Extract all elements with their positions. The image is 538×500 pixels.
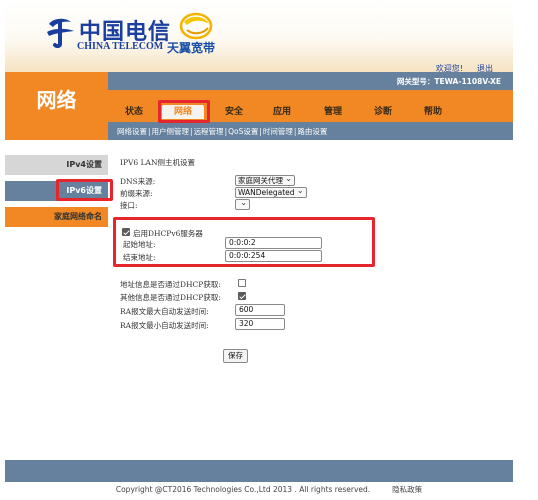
interface-select[interactable] — [235, 198, 250, 210]
header: 中国电信 CHINA TELECOM 天翼宽带 欢迎您! 退出 — [5, 0, 513, 73]
tab-management[interactable]: 管理 — [315, 105, 351, 119]
copyright-text: Copyright @CT2016 Technologies Co.,Ltd 2… — [115, 485, 371, 494]
start-address-label: 起始地址: — [123, 240, 156, 249]
sub-nav: 网络设置|用户侧管理|远程管理|QoS设置|时间管理|路由设置 — [108, 122, 513, 140]
ipv6-highlight — [56, 179, 113, 201]
dhcpv6-enable-label: 启用DHCPv6服务器 — [133, 229, 203, 238]
ra-min-label: RA报文最小自动发送时间: — [120, 321, 209, 330]
brand-en-text: CHINA TELECOM — [77, 41, 164, 52]
gateway-model: 网关型号：TEWA-1108V-XE — [396, 77, 501, 86]
network-tab-highlight — [158, 100, 210, 123]
tab-status[interactable]: 状态 — [116, 105, 152, 119]
end-address-input[interactable]: 0:0:0:254 — [225, 250, 322, 262]
ra-min-input[interactable]: 320 — [235, 318, 285, 330]
main-content: IPV6 LAN侧主机设置 DNS来源: 家庭网关代理 前缀来源: WANDel… — [108, 140, 513, 480]
tianyi-broadband-logo: 天翼宽带 — [167, 12, 227, 56]
china-telecom-logo: 中国电信 CHINA TELECOM — [43, 14, 170, 54]
sub-brand-text: 天翼宽带 — [167, 41, 216, 55]
prefix-source-select[interactable]: WANDelegated — [235, 186, 307, 198]
interface-label: 接口: — [120, 201, 138, 210]
tab-application[interactable]: 应用 — [264, 105, 300, 119]
other-dhcp-checkbox[interactable] — [238, 292, 246, 300]
prefix-source-label: 前缀来源: — [120, 189, 153, 198]
dhcpv6-highlight-box: 启用DHCPv6服务器 起始地址: 0:0:0:2 结束地址: 0:0:0:25… — [113, 217, 375, 267]
privacy-link[interactable]: 隐私政策 — [392, 485, 422, 494]
sidebar-item-home-network-naming[interactable]: 家庭网络命名 — [5, 207, 108, 227]
page-title: IPV6 LAN侧主机设置 — [120, 158, 196, 167]
addr-dhcp-checkbox[interactable] — [238, 279, 246, 287]
china-telecom-mark-icon — [47, 18, 74, 48]
dns-source-label: DNS来源: — [120, 177, 156, 186]
section-title: 网络 — [36, 88, 77, 112]
tab-security[interactable]: 安全 — [216, 105, 252, 119]
tianyi-mark-icon — [179, 12, 213, 40]
sidebar-item-ipv4[interactable]: IPv4设置 — [5, 155, 108, 175]
ra-max-label: RA报文最大自动发送时间: — [120, 307, 209, 316]
subnav-qos-settings[interactable]: QoS设置 — [228, 127, 258, 136]
dns-source-select[interactable]: 家庭网关代理 — [235, 174, 295, 186]
save-button[interactable]: 保存 — [223, 349, 248, 363]
subnav-user-side-management[interactable]: 用户侧管理 — [152, 127, 190, 136]
footer: Copyright @CT2016 Technologies Co.,Ltd 2… — [0, 484, 538, 500]
ra-max-input[interactable]: 600 — [235, 304, 285, 316]
addr-dhcp-label: 地址信息是否通过DHCP获取: — [120, 280, 221, 289]
other-dhcp-label: 其他信息是否通过DHCP获取: — [120, 293, 221, 302]
router-admin-page: 中国电信 CHINA TELECOM 天翼宽带 欢迎您! 退出 网络 网关型号：T… — [0, 0, 538, 500]
dhcpv6-enable-checkbox[interactable] — [122, 228, 130, 236]
tab-help[interactable]: 帮助 — [415, 105, 451, 119]
subnav-remote-management[interactable]: 远程管理 — [194, 127, 224, 136]
end-address-label: 结束地址: — [123, 253, 156, 262]
start-address-input[interactable]: 0:0:0:2 — [225, 237, 322, 249]
subnav-route-settings[interactable]: 路由设置 — [297, 127, 327, 136]
tab-diagnostics[interactable]: 诊断 — [365, 105, 401, 119]
model-bar: 网关型号：TEWA-1108V-XE — [108, 72, 513, 90]
subnav-time-management[interactable]: 时间管理 — [263, 127, 293, 136]
section-panel: 网络 — [5, 72, 108, 140]
footer-bar — [5, 460, 513, 482]
subnav-network-settings[interactable]: 网络设置 — [117, 127, 147, 136]
